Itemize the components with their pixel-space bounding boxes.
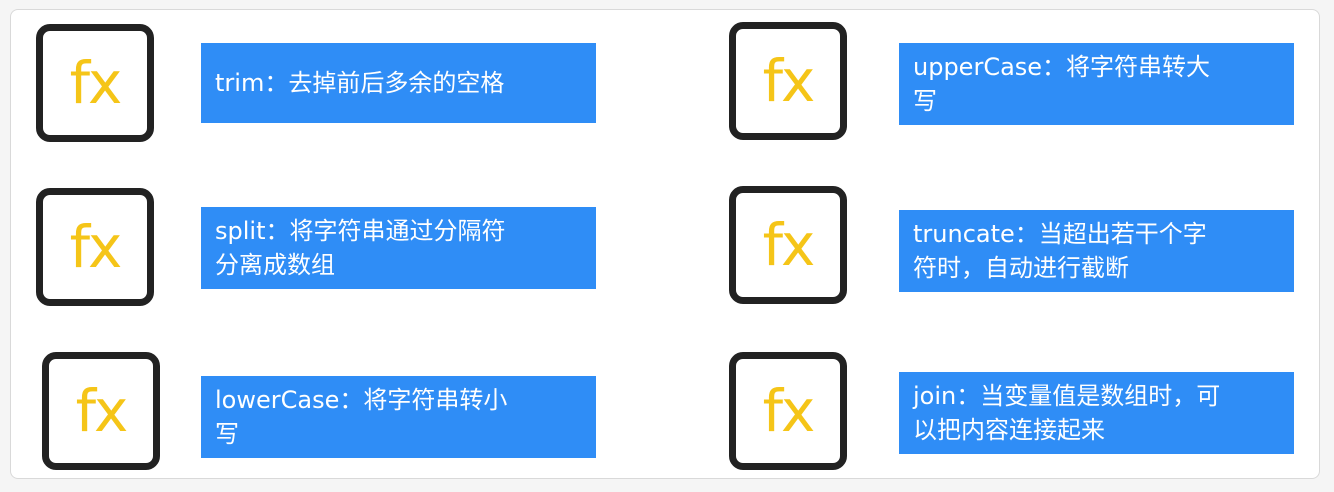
function-label-uppercase: upperCase：将字符串转大 写 [899, 43, 1294, 125]
fx-icon-glyph: fx [762, 377, 816, 445]
fx-icon-glyph: fx [69, 213, 123, 281]
fx-icon: fx [36, 24, 154, 142]
fx-icon-glyph: fx [762, 47, 816, 115]
fx-icon: fx [42, 352, 160, 470]
functions-card: fx trim：去掉前后多余的空格 fx upperCase：将字符串转大 写 … [10, 9, 1320, 479]
function-label-split: split：将字符串通过分隔符 分离成数组 [201, 207, 596, 289]
fx-icon-glyph: fx [69, 49, 123, 117]
fx-icon-glyph: fx [75, 377, 129, 445]
function-label-trim: trim：去掉前后多余的空格 [201, 43, 596, 123]
function-label-truncate: truncate：当超出若干个字 符时，自动进行截断 [899, 210, 1294, 292]
function-label-lowercase: lowerCase：将字符串转小 写 [201, 376, 596, 458]
fx-icon: fx [729, 352, 847, 470]
function-label-join: join：当变量值是数组时，可 以把内容连接起来 [899, 372, 1294, 454]
fx-icon: fx [36, 188, 154, 306]
fx-icon-glyph: fx [762, 211, 816, 279]
fx-icon: fx [729, 186, 847, 304]
fx-icon: fx [729, 22, 847, 140]
